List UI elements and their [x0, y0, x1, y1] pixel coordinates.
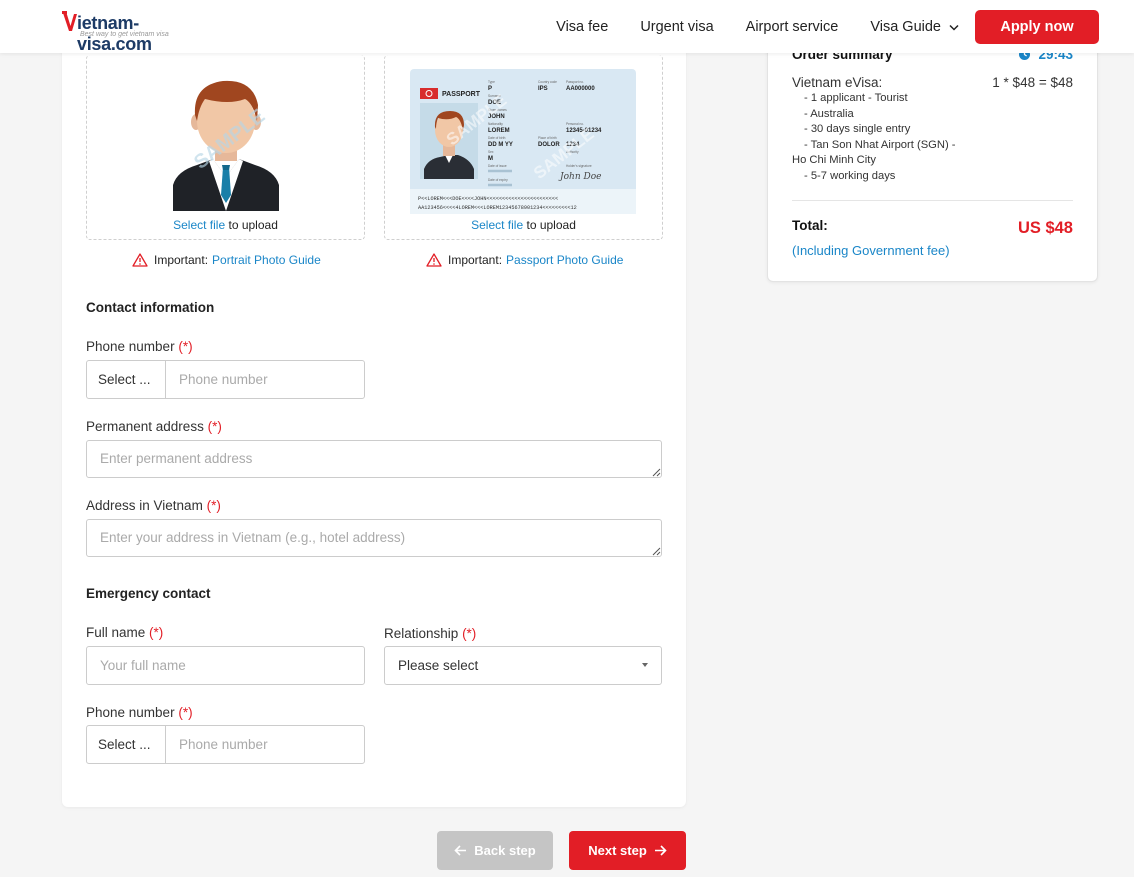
passport-photo-guide-link[interactable]: Passport Photo Guide: [506, 253, 623, 267]
summary-divider: [792, 200, 1073, 201]
nav-visa-fee[interactable]: Visa fee: [556, 19, 608, 35]
relationship-select[interactable]: Please select: [384, 646, 662, 685]
site-header: ietnam-visa.com Best way to get vietnam …: [0, 0, 1134, 54]
passport-important-note: Important: Passport Photo Guide: [426, 253, 623, 267]
full-name-label: Full name (*): [86, 625, 164, 640]
passport-upload-caption: Select file to upload: [385, 218, 662, 232]
total-label: Total:: [792, 218, 828, 233]
detail-line: - 5-7 working days: [804, 169, 896, 182]
country-code-select[interactable]: Select ...: [87, 361, 166, 398]
summary-item-price: 1 * $48 = $48: [992, 75, 1073, 90]
back-step-label: Back step: [474, 843, 536, 858]
permanent-address-input[interactable]: [86, 440, 662, 478]
emergency-country-code-select[interactable]: Select ...: [87, 726, 166, 763]
portrait-upload-caption: Select file to upload: [87, 218, 364, 232]
svg-text:Nationality: Nationality: [488, 122, 503, 126]
nav-airport-service[interactable]: Airport service: [746, 19, 839, 35]
logo-tagline: Best way to get vietnam visa: [80, 31, 169, 38]
passport-sample-image: PASSPORT Type Country code Passport no. Su…: [410, 69, 636, 214]
apply-now-button[interactable]: Apply now: [975, 10, 1099, 44]
summary-details: - 1 applicant - Tourist - Australia - 30…: [792, 91, 984, 184]
detail-line: - 30 days single entry: [804, 123, 911, 135]
vietnam-address-input[interactable]: [86, 519, 662, 557]
emergency-full-name-input[interactable]: [86, 646, 365, 685]
svg-text:Place of birth: Place of birth: [538, 136, 557, 140]
order-summary: Order summary 29:43 Vietnam eVisa: 1 * $…: [767, 30, 1098, 282]
upload-suffix: to upload: [523, 218, 576, 232]
next-step-button[interactable]: Next step: [569, 831, 686, 870]
svg-text:AA000000: AA000000: [566, 86, 595, 92]
detail-line: Ho Chi Minh City: [792, 154, 876, 166]
portrait-important-note: Important: Portrait Photo Guide: [132, 253, 321, 267]
svg-text:Date of issue: Date of issue: [488, 164, 507, 168]
total-value: US $48: [1017, 219, 1073, 237]
passport-upload-box[interactable]: PASSPORT Type Country code Passport no. Su…: [384, 55, 663, 240]
detail-line: - Australia: [804, 107, 854, 120]
upload-suffix: to upload: [225, 218, 278, 232]
svg-text:M: M: [488, 156, 493, 162]
svg-text:Holder's signature: Holder's signature: [566, 164, 592, 168]
site-logo[interactable]: ietnam-visa.com Best way to get vietnam …: [62, 11, 212, 54]
resize-grip-icon[interactable]: [652, 547, 661, 556]
total-note: (Including Government fee): [792, 243, 950, 258]
svg-text:Personal no.: Personal no.: [566, 122, 584, 126]
back-step-button[interactable]: Back step: [437, 831, 553, 870]
portrait-upload-box[interactable]: SAMPLE Select file to upload: [86, 55, 365, 240]
arrow-left-icon: [454, 845, 467, 856]
contact-section-title: Contact information: [86, 300, 215, 315]
portrait-photo-guide-link[interactable]: Portrait Photo Guide: [212, 253, 321, 267]
svg-text:Sex: Sex: [488, 150, 494, 154]
svg-text:DD M YY: DD M YY: [488, 142, 513, 148]
phone-label: Phone number (*): [86, 339, 193, 354]
passport-select-file-link[interactable]: Select file: [471, 218, 523, 232]
contact-phone-group: Select ...: [86, 360, 365, 399]
emergency-phone-group: Select ...: [86, 725, 365, 764]
caret-down-icon: [642, 663, 648, 667]
svg-text:Date of expiry: Date of expiry: [488, 178, 508, 182]
warning-icon: [426, 253, 442, 267]
important-label: Important:: [448, 253, 503, 267]
detail-line: - Tan Son Nhat Airport (SGN) -: [804, 138, 956, 151]
emergency-section-title: Emergency contact: [86, 586, 211, 601]
svg-text:PASSPORT: PASSPORT: [442, 91, 481, 98]
main-nav: Visa fee Urgent visa Airport service Vis…: [556, 10, 1099, 44]
relationship-value: Please select: [398, 658, 479, 673]
svg-text:John Doe: John Doe: [558, 172, 601, 182]
vietnam-address-label: Address in Vietnam (*): [86, 498, 221, 513]
application-form-card: SAMPLE Select file to upload PASSPORT Ty…: [62, 40, 686, 807]
svg-text:P<<LOREM<<<DOE<<<<JOHN<<<<<<<<: P<<LOREM<<<DOE<<<<JOHN<<<<<<<<<<<<<<<<<<…: [418, 196, 558, 202]
portrait-select-file-link[interactable]: Select file: [173, 218, 225, 232]
emergency-phone-input[interactable]: [166, 726, 364, 763]
svg-text:Type: Type: [488, 80, 495, 84]
svg-text:LOREM: LOREM: [488, 128, 510, 134]
svg-text:Country code: Country code: [538, 80, 557, 84]
emergency-phone-label: Phone number (*): [86, 705, 193, 720]
detail-line: - 1 applicant - Tourist: [804, 92, 908, 104]
portrait-sample-image: SAMPLE: [173, 80, 279, 211]
nav-visa-guide[interactable]: Visa Guide: [870, 19, 959, 35]
relationship-label: Relationship (*): [384, 626, 477, 641]
next-step-label: Next step: [588, 843, 647, 858]
svg-text:P: P: [488, 86, 492, 92]
important-label: Important:: [154, 253, 209, 267]
svg-text:Date of birth: Date of birth: [488, 136, 506, 140]
nav-urgent-visa[interactable]: Urgent visa: [640, 19, 713, 35]
permanent-address-label: Permanent address (*): [86, 419, 222, 434]
nav-visa-guide-label: Visa Guide: [870, 19, 941, 35]
phone-input[interactable]: [166, 361, 364, 398]
arrow-right-icon: [654, 845, 667, 856]
svg-text:IPS: IPS: [538, 86, 548, 92]
chevron-down-icon: [949, 24, 959, 31]
resize-grip-icon[interactable]: [652, 468, 661, 477]
svg-text:AA123456<<<<4LOREM<<<LOREM1234: AA123456<<<<4LOREM<<<LOREM12345678901234…: [418, 205, 577, 211]
summary-item-name: Vietnam eVisa:: [792, 75, 883, 90]
svg-text:Passport no.: Passport no.: [566, 80, 584, 84]
warning-icon: [132, 253, 148, 267]
logo-v-icon: [62, 11, 77, 31]
